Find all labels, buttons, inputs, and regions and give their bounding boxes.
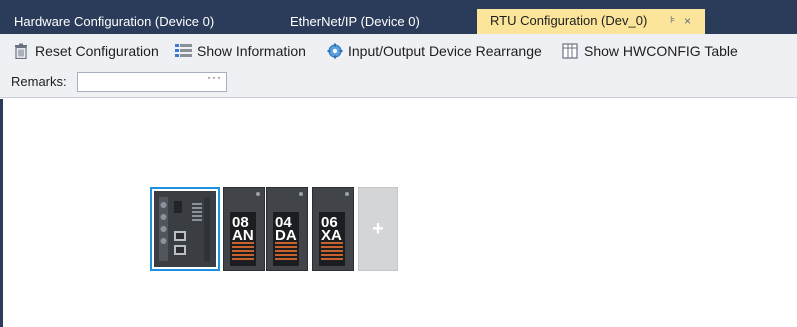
reset-configuration-label: Reset Configuration	[35, 43, 159, 59]
io-module-08an[interactable]: 08 AN	[223, 187, 265, 271]
terminal-pins-icon	[275, 242, 297, 262]
io-device-rearrange-label: Input/Output Device Rearrange	[348, 43, 542, 59]
rtu-configuration-canvas: 08 AN 04 DA 06 XA +	[0, 99, 797, 327]
terminal-pins-icon	[232, 242, 254, 262]
show-information-label: Show Information	[197, 43, 306, 59]
document-tab-bar: Hardware Configuration (Device 0) EtherN…	[0, 0, 797, 34]
cpu-module-face-icon	[159, 197, 210, 261]
io-module-06xa[interactable]: 06 XA	[312, 187, 354, 271]
table-icon	[562, 43, 578, 59]
rearrange-gear-icon	[327, 43, 343, 59]
cpu-module[interactable]	[150, 187, 220, 271]
tab-ethernet-ip[interactable]: EtherNet/IP (Device 0)	[290, 10, 420, 34]
module-code-label: 04 DA	[275, 214, 297, 244]
show-hwconfig-table-label: Show HWCONFIG Table	[584, 43, 738, 59]
trash-icon	[15, 43, 27, 59]
info-list-icon	[175, 44, 192, 57]
remarks-input[interactable]	[78, 73, 206, 91]
module-code-label: 08 AN	[232, 214, 254, 244]
module-code-label: 06 XA	[321, 214, 342, 244]
toolbar: Reset Configuration Show Information Inp…	[0, 34, 797, 98]
status-led-icon	[345, 192, 349, 196]
plus-icon: +	[372, 218, 384, 240]
remarks-field: ···	[77, 70, 227, 92]
cpu-module-body	[154, 191, 216, 267]
remarks-browse-button[interactable]: ···	[207, 70, 222, 84]
remarks-label: Remarks:	[11, 74, 67, 89]
status-led-icon	[256, 192, 260, 196]
io-module-04da[interactable]: 04 DA	[266, 187, 308, 271]
terminal-pins-icon	[321, 242, 343, 262]
tab-rtu-configuration[interactable]: RTU Configuration (Dev_0) ⊧ ×	[477, 9, 705, 34]
pin-icon[interactable]: ⊧	[670, 9, 675, 33]
close-icon[interactable]: ×	[684, 9, 691, 33]
tab-rtu-configuration-label: RTU Configuration (Dev_0)	[490, 13, 648, 28]
add-module-slot[interactable]: +	[358, 187, 398, 271]
status-led-icon	[299, 192, 303, 196]
tab-hardware-configuration[interactable]: Hardware Configuration (Device 0)	[14, 10, 214, 34]
